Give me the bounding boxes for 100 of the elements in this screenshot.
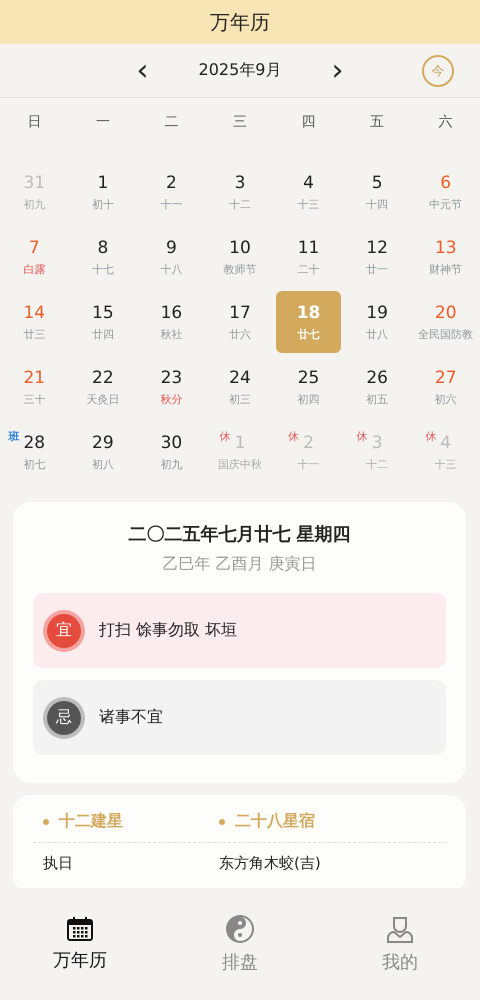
day-number: 4 bbox=[440, 432, 452, 452]
lunar-date-title: 二〇二五年七月廿七 星期四 bbox=[127, 523, 352, 546]
day-cell[interactable]: 4 十三 bbox=[276, 161, 341, 223]
lunar-date: 二十 bbox=[298, 262, 320, 276]
mark-badge: 忌 bbox=[47, 700, 81, 734]
day-status-label: 休 bbox=[425, 428, 436, 444]
day-number: 5 bbox=[372, 172, 383, 192]
calendar-icon bbox=[66, 916, 94, 942]
day-number: 30 bbox=[160, 432, 182, 452]
day-cell[interactable]: 9 十八 bbox=[139, 226, 204, 288]
day-number: 2 bbox=[166, 172, 177, 192]
lunar-date: 初四 bbox=[298, 392, 320, 406]
previous-month-button[interactable]: ‹ bbox=[130, 56, 155, 86]
day-number: 21 bbox=[23, 368, 46, 388]
day-cell[interactable]: 26 初五 bbox=[344, 356, 410, 418]
day-cell[interactable]: 23 秋分 bbox=[139, 356, 204, 418]
activity-text: 诸事不宜 bbox=[99, 707, 163, 728]
weekday-label: 二 bbox=[163, 113, 180, 131]
activity-text: 打扫 馀事勿取 坏垣 bbox=[99, 620, 238, 641]
day-cell[interactable]: 8 十七 bbox=[70, 226, 136, 288]
lunar-date: 廿一 bbox=[366, 262, 388, 276]
page-title: 万年历 bbox=[210, 8, 270, 36]
lunar-date: 十一 bbox=[160, 196, 182, 212]
day-cell[interactable]: 30 初九 bbox=[139, 421, 204, 483]
day-number: 3 bbox=[234, 172, 246, 192]
day-number: 19 bbox=[366, 302, 388, 322]
day-status-label: 休 bbox=[220, 428, 231, 444]
day-number: 7 bbox=[28, 238, 40, 258]
weekday-label: 日 bbox=[26, 113, 42, 131]
day-cell[interactable]: 19 廿八 bbox=[344, 291, 410, 353]
day-number: 31 bbox=[23, 172, 46, 192]
day-number: 24 bbox=[229, 368, 251, 388]
lunar-date: 初五 bbox=[366, 392, 388, 406]
day-number: 10 bbox=[229, 238, 251, 258]
day-cell[interactable]: 12 廿一 bbox=[344, 226, 410, 288]
day-number: 15 bbox=[92, 302, 114, 322]
day-cell[interactable]: 22 天灸日 bbox=[70, 356, 136, 418]
day-cell[interactable]: 3 十二 bbox=[208, 161, 272, 223]
day-cell[interactable]: 16 秋社 bbox=[139, 291, 204, 353]
weekday-label: 五 bbox=[369, 113, 386, 131]
next-month-button[interactable]: › bbox=[325, 56, 350, 86]
day-number: 28 bbox=[23, 432, 46, 452]
lunar-date: 财神节 bbox=[429, 262, 462, 276]
day-number: 16 bbox=[160, 302, 182, 322]
weekday-label: 三 bbox=[232, 113, 248, 131]
lunar-date: 教师节 bbox=[223, 262, 256, 276]
section-heading: 二十八星宿 bbox=[235, 811, 315, 832]
lunar-date: 廿七 bbox=[298, 326, 320, 342]
day-number: 14 bbox=[23, 302, 46, 322]
month-label: 2025年9月 bbox=[198, 60, 282, 81]
day-number: 17 bbox=[229, 302, 251, 322]
day-number: 13 bbox=[434, 238, 457, 258]
day-number: 1 bbox=[234, 432, 246, 452]
day-cell[interactable]: 24 初三 bbox=[208, 356, 272, 418]
lunar-date: 秋分 bbox=[160, 392, 182, 406]
day-number: 23 bbox=[160, 368, 182, 388]
day-number: 25 bbox=[298, 368, 320, 388]
person-icon bbox=[386, 914, 414, 944]
day-cell[interactable]: 11 二十 bbox=[276, 226, 341, 288]
day-cell[interactable]: 2 十一 bbox=[139, 161, 204, 223]
lunar-date: 十三 bbox=[434, 456, 457, 472]
day-status-label: 班 bbox=[8, 428, 20, 444]
yin-yang-icon bbox=[225, 914, 255, 944]
lunar-date: 初三 bbox=[228, 392, 251, 406]
lunar-date: 十七 bbox=[92, 262, 114, 276]
lunar-date: 白露 bbox=[23, 262, 46, 276]
lunar-date: 十一 bbox=[298, 456, 320, 472]
weekday-label: 四 bbox=[300, 113, 317, 131]
lunar-date: 廿三 bbox=[23, 326, 46, 342]
lunar-date: 廿八 bbox=[366, 326, 388, 342]
lunar-date: 全民国防教 bbox=[418, 326, 474, 342]
day-cell[interactable]: 17 廿六 bbox=[208, 291, 272, 353]
mark-badge: 宜 bbox=[47, 614, 81, 648]
day-number: 4 bbox=[303, 172, 314, 192]
star-value: 东方角木蛟(吉) bbox=[219, 854, 321, 872]
tab-button[interactable]: 万年历 bbox=[0, 888, 160, 1000]
day-cell[interactable]: 25 初四 bbox=[276, 356, 341, 418]
day-number: 18 bbox=[296, 302, 320, 322]
lunar-date: 初十 bbox=[92, 196, 114, 212]
day-cell[interactable]: 班 28 初七 bbox=[2, 421, 67, 483]
lunar-date: 十四 bbox=[366, 196, 388, 212]
day-number: 8 bbox=[97, 238, 108, 258]
day-cell[interactable]: 1 初十 bbox=[70, 161, 136, 223]
weekday-label: 一 bbox=[94, 113, 111, 131]
lunar-date: 初九 bbox=[23, 196, 46, 212]
section-heading: 十二建星 bbox=[59, 811, 123, 832]
day-number: 26 bbox=[366, 368, 388, 388]
star-value: 执日 bbox=[43, 854, 73, 872]
lunar-date: 十二 bbox=[228, 196, 251, 212]
lunar-date: 初八 bbox=[92, 456, 114, 472]
day-cell[interactable]: 10 教师节 bbox=[208, 226, 272, 288]
day-cell[interactable]: 15 廿四 bbox=[70, 291, 136, 353]
lunar-date: 廿六 bbox=[228, 326, 251, 342]
day-cell[interactable]: 29 初八 bbox=[70, 421, 136, 483]
day-number: 2 bbox=[303, 432, 314, 452]
bullet-icon bbox=[43, 818, 49, 824]
day-number: 22 bbox=[92, 368, 114, 388]
day-cell[interactable]: 5 十四 bbox=[344, 161, 410, 223]
day-number: 27 bbox=[434, 368, 457, 388]
lunar-date: 初七 bbox=[23, 456, 46, 472]
